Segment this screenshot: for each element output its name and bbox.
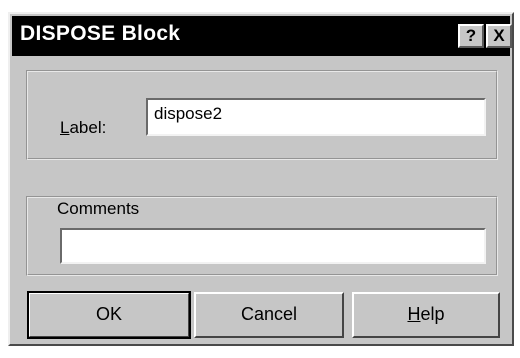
help-button-rest: elp — [420, 304, 445, 324]
cancel-button[interactable]: Cancel — [194, 292, 344, 338]
comments-input[interactable] — [60, 228, 486, 264]
comments-legend: Comments — [54, 199, 143, 219]
help-button[interactable]: Help — [352, 292, 500, 338]
label-caption-rest: abel: — [69, 118, 107, 137]
help-accelerator: H — [407, 304, 421, 324]
label-caption: Label: — [60, 118, 106, 138]
label-input[interactable]: dispose2 — [146, 98, 486, 136]
window-title: DISPOSE Block — [20, 22, 181, 45]
title-bar: DISPOSE Block ? X — [12, 16, 512, 56]
close-icon[interactable]: X — [486, 24, 512, 48]
ok-button[interactable]: OK — [27, 291, 191, 339]
help-icon[interactable]: ? — [458, 24, 484, 48]
